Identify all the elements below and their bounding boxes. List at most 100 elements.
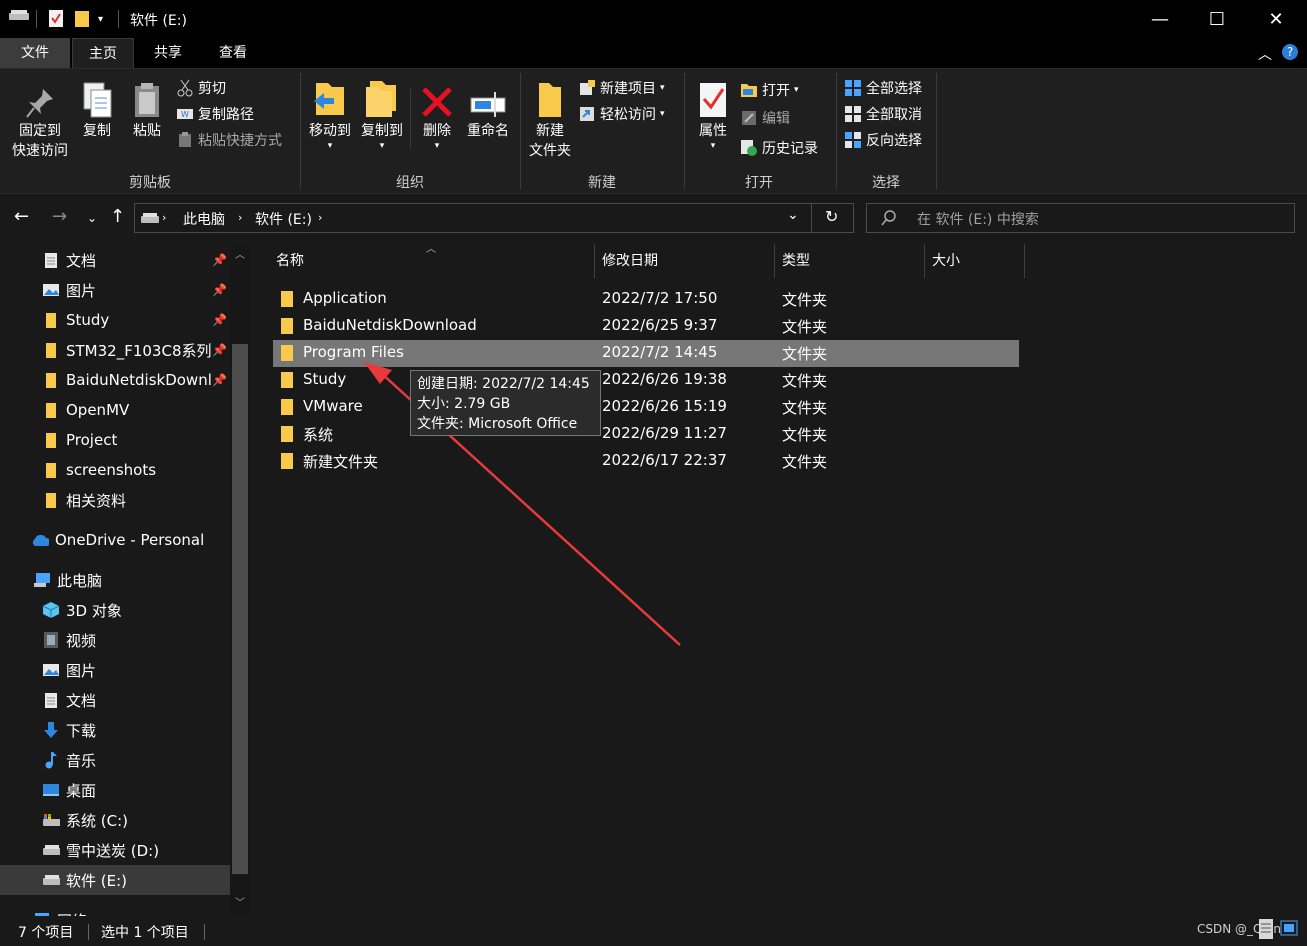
sidebar-item-pc-documents[interactable]: 文档 xyxy=(0,685,230,715)
column-header-type[interactable]: 类型 xyxy=(782,244,924,278)
sidebar-item-music[interactable]: 音乐 xyxy=(0,745,230,775)
tab-home[interactable]: 主页 xyxy=(72,38,134,68)
sidebar-item-videos[interactable]: 视频 xyxy=(0,625,230,655)
move-to-icon xyxy=(310,75,350,119)
collapse-ribbon-icon[interactable]: ︿ xyxy=(1258,44,1272,64)
move-to-button[interactable]: 移动到 ▾ xyxy=(304,75,356,151)
copy-to-button[interactable]: 复制到 ▾ xyxy=(356,75,408,151)
easy-access-button[interactable]: 轻松访问 ▾ xyxy=(578,102,665,126)
sidebar-item-3d-objects[interactable]: 3D 对象 xyxy=(0,595,230,625)
sidebar-item-documents[interactable]: 文档 📌 xyxy=(0,245,230,275)
file-row[interactable]: 新建文件夹 2022/6/17 22:37 文件夹 xyxy=(273,448,1019,475)
tab-view[interactable]: 查看 xyxy=(202,38,264,68)
history-icon xyxy=(740,139,758,157)
customize-quick-access-icon[interactable]: ▾ xyxy=(98,14,103,25)
new-folder-quick-icon[interactable] xyxy=(74,8,90,28)
file-row[interactable]: Study 2022/6/26 19:38 文件夹 xyxy=(273,367,1019,394)
sidebar-item-openmv[interactable]: OpenMV xyxy=(0,395,230,425)
file-row[interactable]: Application 2022/7/2 17:50 文件夹 xyxy=(273,286,1019,313)
up-arrow-icon[interactable]: ↑ xyxy=(110,206,125,227)
sidebar-item-onedrive[interactable]: OneDrive - Personal xyxy=(0,525,230,555)
sidebar-scrollbar[interactable]: ︿ ﹀ xyxy=(230,244,250,916)
sidebar-item-study[interactable]: Study 📌 xyxy=(0,305,230,335)
sidebar-item-screenshots[interactable]: screenshots xyxy=(0,455,230,485)
pinned-icon: 📌 xyxy=(212,283,227,297)
select-all-button[interactable]: 全部选择 xyxy=(844,76,922,100)
open-button[interactable]: 打开 ▾ xyxy=(740,78,799,102)
copy-to-dropdown-icon: ▾ xyxy=(379,141,385,151)
sidebar-item-project[interactable]: Project xyxy=(0,425,230,455)
details-view-icon[interactable] xyxy=(1258,918,1274,944)
column-header-size[interactable]: 大小 xyxy=(932,244,1024,278)
scroll-down-icon[interactable]: ﹀ xyxy=(235,894,245,909)
new-folder-button[interactable]: 新建 文件夹 xyxy=(524,75,576,161)
paste-shortcut-button[interactable]: 粘贴快捷方式 xyxy=(176,128,282,152)
sidebar-item-this-pc[interactable]: 此电脑 xyxy=(0,565,230,595)
folder-icon xyxy=(42,491,60,509)
tab-share[interactable]: 共享 xyxy=(138,38,198,68)
sidebar-item-drive-d[interactable]: 雪中送炭 (D:) xyxy=(0,835,230,865)
invert-selection-button[interactable]: 反向选择 xyxy=(844,128,922,152)
new-folder-icon xyxy=(530,75,570,119)
properties-quick-icon[interactable] xyxy=(48,8,64,28)
maximize-button[interactable]: ☐ xyxy=(1194,0,1240,38)
copy-path-button[interactable]: W 复制路径 xyxy=(176,102,254,126)
sidebar-item-pictures[interactable]: 图片 📌 xyxy=(0,275,230,305)
new-item-button[interactable]: 新建项目 ▾ xyxy=(578,76,665,100)
address-bar[interactable]: › 此电脑 › 软件 (E:) › ⌄ ↻ xyxy=(134,203,854,233)
pinned-icon: 📌 xyxy=(212,373,227,387)
breadcrumb-this-pc[interactable]: 此电脑 xyxy=(183,209,225,229)
sidebar-item-baidunetdisk[interactable]: BaiduNetdiskDownl 📌 xyxy=(0,365,230,395)
folder-info-tooltip: 创建日期: 2022/7/2 14:45 大小: 2.79 GB 文件夹: Mi… xyxy=(410,370,601,436)
sidebar-scrollbar-thumb[interactable] xyxy=(232,344,248,874)
copy-button[interactable]: 复制 xyxy=(76,75,118,141)
sidebar-item-stm32[interactable]: STM32_F103C8系列 📌 xyxy=(0,335,230,365)
select-none-button[interactable]: 全部取消 xyxy=(844,102,922,126)
history-button[interactable]: 历史记录 xyxy=(740,136,818,160)
refresh-icon[interactable]: ↻ xyxy=(825,207,838,226)
sidebar-item-pc-pictures[interactable]: 图片 xyxy=(0,655,230,685)
system-drive-icon xyxy=(42,811,60,829)
folder-icon xyxy=(42,341,60,359)
file-row-selected[interactable]: Program Files 2022/7/2 14:45 文件夹 xyxy=(273,340,1019,367)
scroll-up-icon[interactable]: ︿ xyxy=(235,246,245,261)
window-title: 软件 (E:) xyxy=(130,13,187,29)
sidebar-item-related-materials[interactable]: 相关资料 xyxy=(0,485,230,515)
file-list: ︿ 名称 修改日期 类型 大小 Application 2022/7/2 17:… xyxy=(250,244,1307,916)
rename-button[interactable]: 重命名 xyxy=(462,75,514,141)
tab-file[interactable]: 文件 xyxy=(0,38,70,68)
file-row[interactable]: 系统 2022/6/29 11:27 文件夹 xyxy=(273,421,1019,448)
delete-button[interactable]: 删除 ▾ xyxy=(414,75,460,151)
breadcrumb-drive-e[interactable]: 软件 (E:) xyxy=(255,209,312,229)
address-history-chevron-icon[interactable]: ⌄ xyxy=(787,207,799,223)
properties-button[interactable]: 属性 ▾ xyxy=(690,75,736,151)
sidebar-item-drive-c[interactable]: 系统 (C:) xyxy=(0,805,230,835)
group-label-open: 打开 xyxy=(745,175,773,191)
column-header-date[interactable]: 修改日期 xyxy=(602,244,774,278)
sidebar-item-downloads[interactable]: 下载 xyxy=(0,715,230,745)
recent-locations-chevron-icon[interactable]: ⌄ xyxy=(87,211,97,225)
copy-path-icon: W xyxy=(176,105,194,123)
paste-button[interactable]: 粘贴 xyxy=(126,75,168,141)
pinned-icon: 📌 xyxy=(212,253,227,267)
pin-to-quick-access-button[interactable]: 固定到 快速访问 xyxy=(6,75,74,161)
column-header-name[interactable]: 名称 xyxy=(276,244,594,278)
paste-shortcut-icon xyxy=(176,131,194,149)
help-icon[interactable]: ? xyxy=(1281,43,1299,65)
3d-objects-icon xyxy=(42,601,60,619)
close-button[interactable]: ✕ xyxy=(1253,0,1299,38)
folder-icon xyxy=(281,453,293,469)
large-icons-view-icon[interactable] xyxy=(1280,920,1298,940)
sidebar-item-network[interactable]: 网络 xyxy=(0,905,230,916)
folder-icon xyxy=(281,345,293,361)
file-row[interactable]: BaiduNetdiskDownload 2022/6/25 9:37 文件夹 xyxy=(273,313,1019,340)
forward-arrow-icon[interactable]: → xyxy=(52,206,67,227)
minimize-button[interactable]: — xyxy=(1137,0,1183,38)
search-box[interactable]: 在 软件 (E:) 中搜索 xyxy=(866,203,1295,233)
edit-button[interactable]: 编辑 xyxy=(740,106,790,130)
back-arrow-icon[interactable]: ← xyxy=(14,206,29,227)
sidebar-item-desktop[interactable]: 桌面 xyxy=(0,775,230,805)
file-row[interactable]: VMware 2022/6/26 15:19 文件夹 xyxy=(273,394,1019,421)
sidebar-item-drive-e[interactable]: 软件 (E:) xyxy=(0,865,230,895)
cut-button[interactable]: 剪切 xyxy=(176,76,226,100)
